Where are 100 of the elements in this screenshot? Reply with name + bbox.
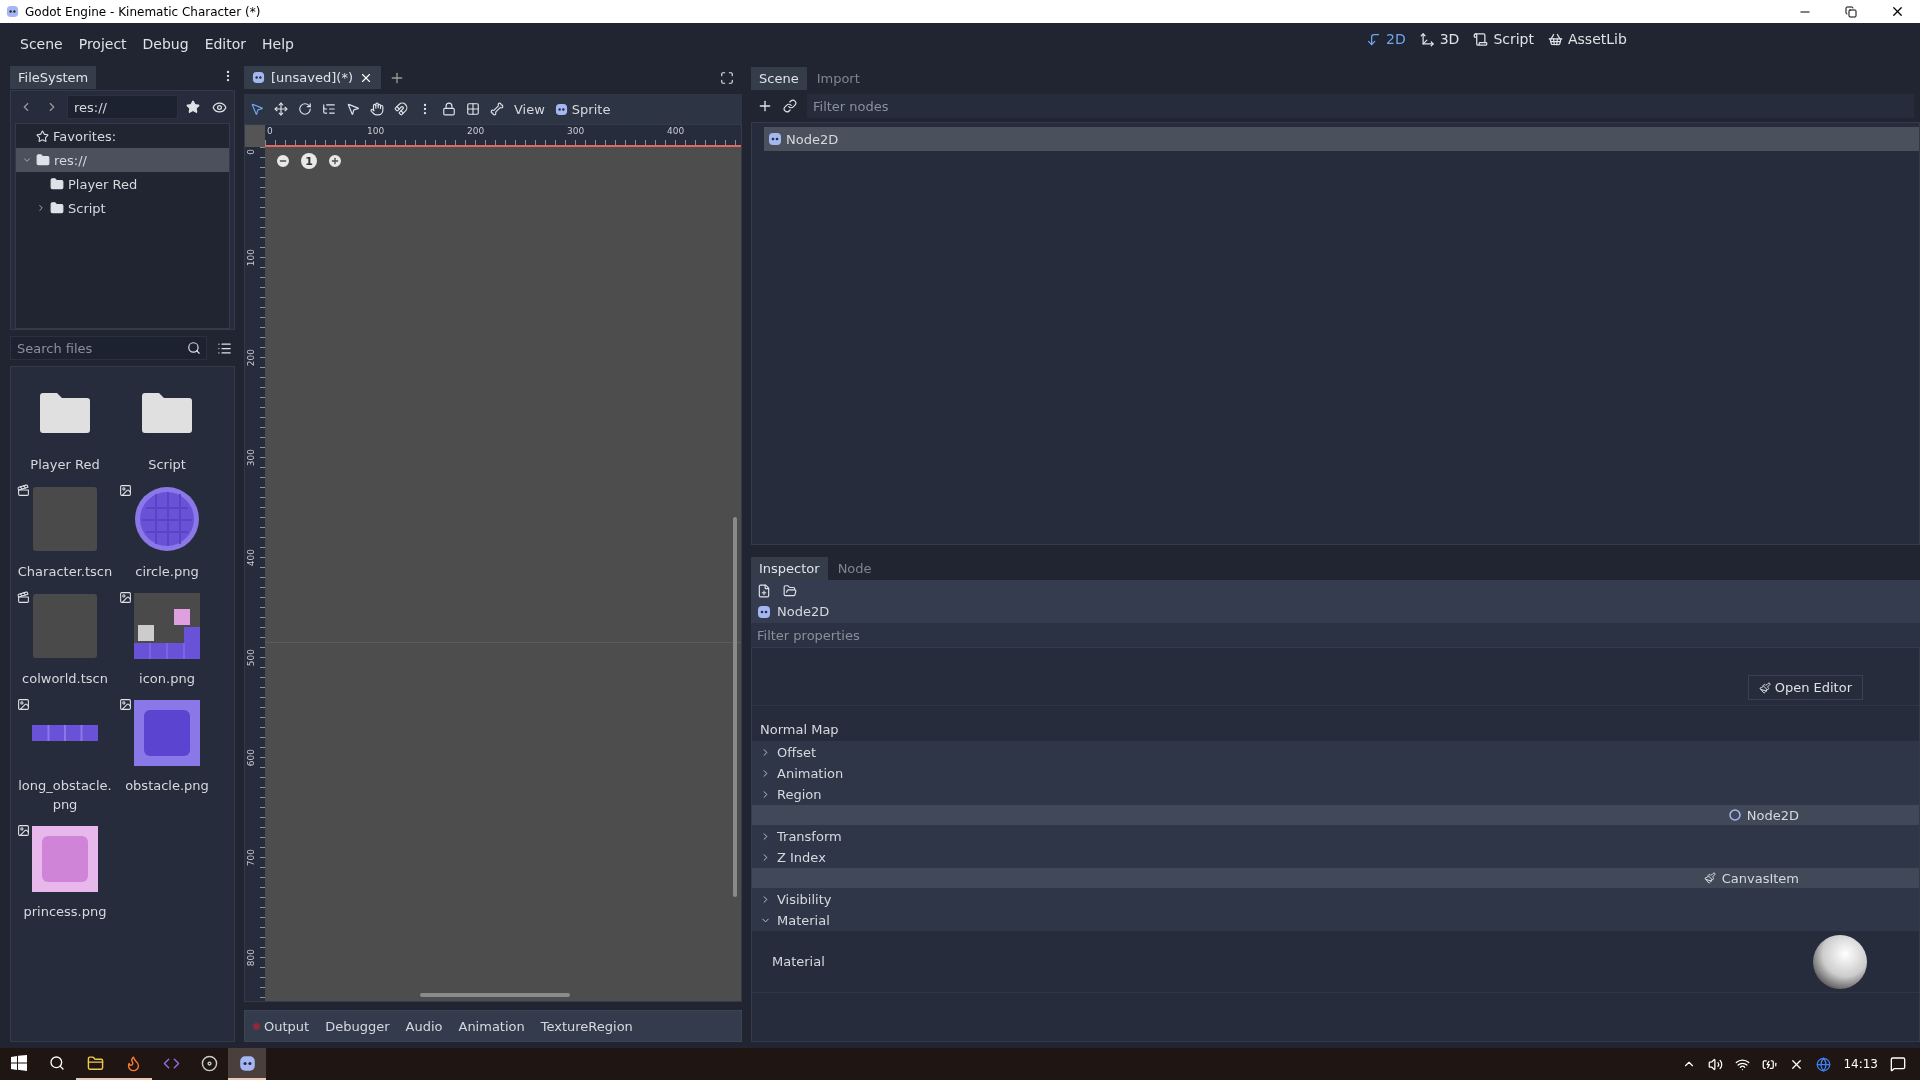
section-header[interactable]: Transform (752, 826, 1919, 847)
bone-icon[interactable] (490, 102, 504, 116)
ruler-label: 100 (367, 126, 385, 136)
section-label: Transform (777, 828, 842, 844)
file-name[interactable]: Character.tscn (15, 562, 115, 581)
list-select-icon[interactable] (322, 102, 336, 116)
zoom-out-icon[interactable] (275, 153, 291, 169)
menu-item[interactable]: Help (254, 32, 302, 56)
search-icon[interactable] (49, 1055, 65, 1071)
volume-icon[interactable] (1708, 1056, 1724, 1072)
star-icon[interactable] (186, 100, 200, 114)
scene-thumbnail (33, 594, 97, 658)
tree-item[interactable]: Script (16, 196, 229, 220)
file-name[interactable]: princess.png (15, 902, 115, 921)
menu-item[interactable]: Scene (12, 32, 71, 56)
restore-icon[interactable] (1845, 5, 1857, 18)
panel-tab[interactable]: TextureRegion (540, 1018, 633, 1034)
dock-tab[interactable]: Node (829, 557, 880, 580)
add-node-icon[interactable] (757, 98, 773, 114)
filter-field[interactable]: Filter properties (751, 623, 1920, 647)
section-label: Offset (777, 744, 817, 760)
file-name[interactable]: long_obstacle.png (15, 776, 115, 814)
notification-icon[interactable] (1890, 1056, 1906, 1072)
search-icon (187, 341, 201, 355)
category-label: Node2D (1746, 807, 1799, 823)
axes-icon (1419, 31, 1435, 47)
file-name[interactable]: circle.png (117, 562, 217, 581)
dock-tab[interactable]: Import (808, 67, 868, 90)
node-icon (554, 102, 568, 116)
sprite-menu[interactable]: Sprite (554, 101, 611, 117)
panel-tab[interactable]: Debugger (325, 1018, 390, 1034)
file-name[interactable]: colworld.tscn (15, 669, 115, 688)
tree-item[interactable]: res:// (16, 148, 229, 172)
section-header[interactable]: Material (752, 910, 1919, 931)
tree-item[interactable]: Favorites: (16, 124, 229, 148)
file-name[interactable]: Player Red (15, 455, 115, 474)
wifi-icon[interactable] (1735, 1056, 1751, 1072)
section-label: Visibility (777, 891, 832, 907)
workspace-tab[interactable]: AssetLib (1548, 31, 1627, 47)
sphere-preview[interactable] (1812, 933, 1868, 990)
fullscreen-icon[interactable] (720, 70, 734, 85)
windows-logo-icon[interactable] (11, 1055, 27, 1071)
eye-icon[interactable] (211, 99, 227, 115)
dock-tab[interactable]: FileSystem (10, 66, 97, 89)
zoom-reset-button[interactable]: 1 (301, 153, 317, 169)
lock-icon[interactable] (442, 102, 456, 116)
file-name[interactable]: icon.png (117, 669, 217, 688)
globe-icon[interactable] (1816, 1056, 1832, 1072)
workspace-tab[interactable]: 2D (1366, 31, 1406, 47)
path-field[interactable]: res:// (67, 95, 178, 119)
brush-icon (1703, 872, 1716, 884)
ruler-label: 800 (246, 949, 256, 967)
view-menu[interactable]: View (514, 101, 545, 117)
section-header[interactable]: Animation (752, 763, 1919, 784)
pan-tool-icon[interactable] (370, 102, 384, 116)
clock[interactable]: 14:13 (1843, 1057, 1878, 1071)
select-tool-icon[interactable] (250, 102, 264, 116)
section-header[interactable]: Offset (752, 742, 1919, 763)
scrollbar[interactable] (733, 517, 737, 897)
list-view-icon[interactable] (216, 340, 232, 356)
group-icon[interactable] (466, 102, 480, 116)
search-field[interactable]: Search files (10, 336, 207, 360)
menu-item[interactable]: Project (70, 32, 135, 56)
menu-item[interactable]: Debug (134, 32, 197, 56)
new-resource-icon[interactable] (757, 584, 771, 598)
menu-item[interactable]: Editor (196, 32, 255, 56)
panel-tab[interactable]: Output (253, 1018, 310, 1034)
filter-field[interactable]: Filter nodes (807, 94, 1914, 118)
scene-thumbnail (33, 487, 97, 551)
open-folder-icon[interactable] (783, 584, 797, 598)
section-header[interactable]: Z Index (752, 847, 1919, 868)
tree-item[interactable]: Player Red (16, 172, 229, 196)
dock-tab[interactable]: Scene (751, 67, 807, 90)
pivot-tool-icon[interactable] (346, 102, 360, 116)
move-tool-icon[interactable] (274, 102, 288, 116)
disc-icon (200, 1054, 218, 1072)
workspace-tab[interactable]: 3D (1419, 31, 1460, 47)
taskbar-app[interactable] (228, 1048, 266, 1080)
scrollbar[interactable] (420, 993, 570, 997)
star-icon (36, 129, 49, 143)
section-header[interactable]: Region (752, 784, 1919, 805)
link-icon[interactable] (783, 99, 797, 113)
file-name[interactable]: Script (117, 455, 217, 474)
workspace-tab[interactable]: Script (1473, 31, 1534, 47)
ruler-label: 200 (467, 126, 485, 136)
panel-tab[interactable]: Audio (405, 1018, 443, 1034)
panel-tab[interactable]: Animation (458, 1018, 525, 1034)
snap-icon[interactable] (394, 102, 408, 116)
open-editor-button[interactable]: Open Editor (1747, 675, 1863, 700)
viewport-canvas[interactable]: 1 (265, 147, 741, 1001)
zoom-in-icon[interactable] (327, 153, 343, 169)
editor-tab[interactable]: [unsaved](*) (244, 66, 381, 89)
file-name[interactable]: obstacle.png (117, 776, 217, 795)
rotate-tool-icon[interactable] (298, 102, 312, 116)
folder-icon (36, 153, 50, 167)
scene-node[interactable]: Node2D (764, 127, 1919, 151)
section-header[interactable]: Visibility (752, 889, 1919, 910)
dock-tab[interactable]: Inspector (751, 557, 828, 580)
ruler-corner (245, 125, 265, 147)
ruler-label: 700 (246, 849, 256, 867)
